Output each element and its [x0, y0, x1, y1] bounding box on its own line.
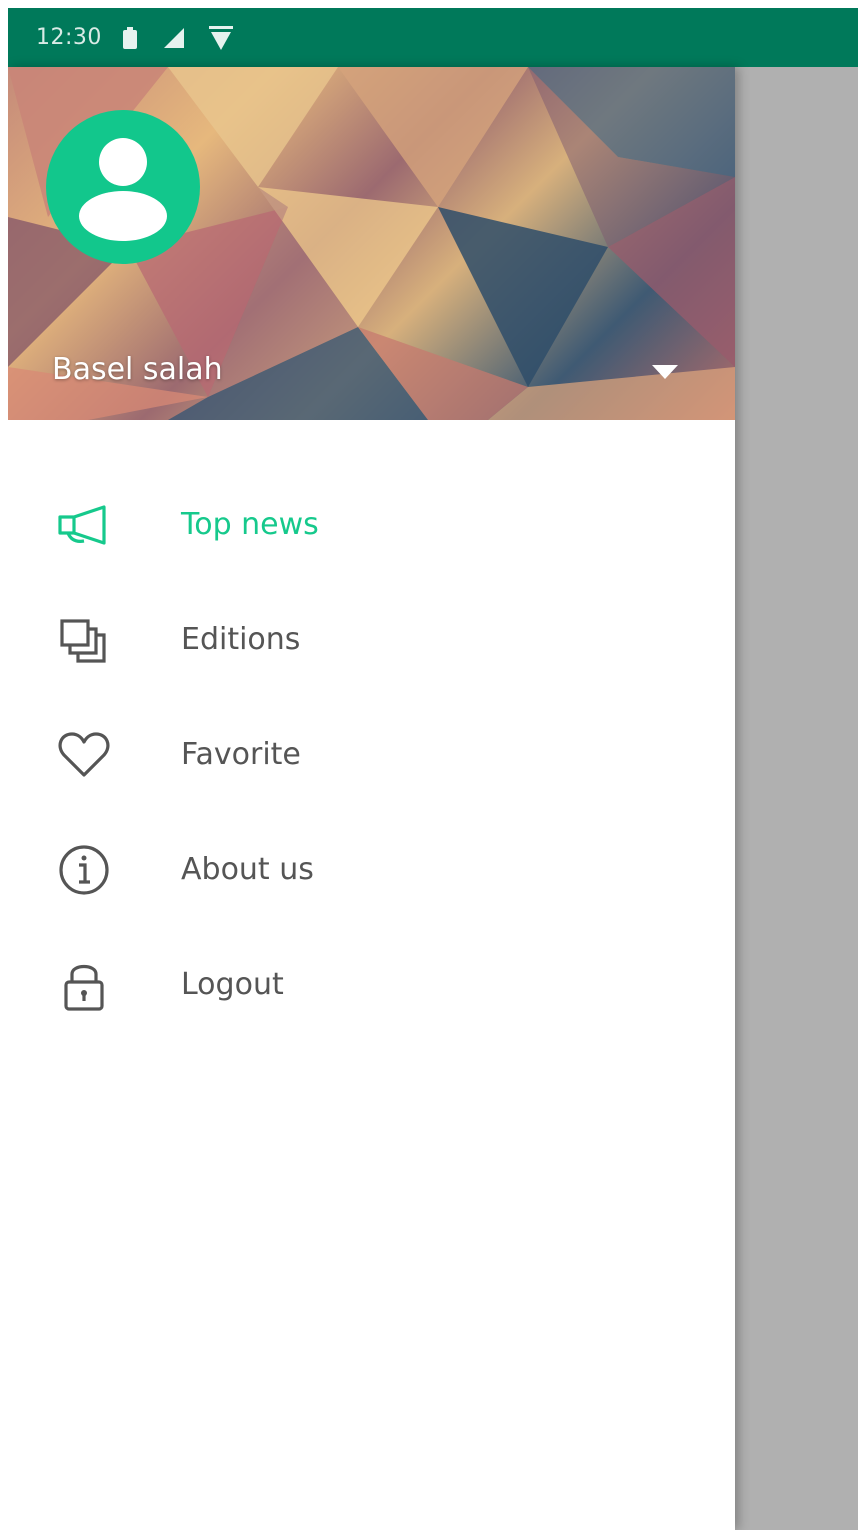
menu-label-top-news: Top news — [181, 507, 319, 542]
menu-item-about-us[interactable]: About us — [8, 812, 735, 927]
menu-item-favorite[interactable]: Favorite — [8, 697, 735, 812]
menu-label-editions: Editions — [181, 622, 301, 657]
menu-item-top-news[interactable]: Top news — [8, 467, 735, 582]
signal-icon — [162, 27, 184, 48]
lock-icon — [54, 955, 114, 1015]
status-icons — [122, 25, 234, 50]
menu-label-logout: Logout — [181, 967, 284, 1002]
status-bar: 12:30 — [8, 8, 858, 67]
menu-label-favorite: Favorite — [181, 737, 301, 772]
megaphone-icon — [54, 495, 114, 555]
menu-item-logout[interactable]: Logout — [8, 927, 735, 1042]
drawer-menu: Top news Editions Favorite About us Logo… — [8, 467, 735, 1042]
navigation-drawer: Basel salah Top news Editions Favorite A… — [8, 67, 735, 1530]
app-frame: 12:30 Basel salah Top news Editions Favo… — [8, 8, 858, 1530]
user-name: Basel salah — [52, 352, 223, 387]
heart-icon — [54, 725, 114, 785]
drawer-scrim[interactable] — [735, 67, 858, 1530]
editions-icon — [54, 610, 114, 670]
user-avatar-icon[interactable] — [46, 110, 200, 264]
wifi-icon — [208, 25, 234, 50]
menu-label-about-us: About us — [181, 852, 314, 887]
info-icon — [54, 840, 114, 900]
menu-item-editions[interactable]: Editions — [8, 582, 735, 697]
drawer-header: Basel salah — [8, 67, 735, 420]
battery-icon — [122, 26, 138, 49]
dropdown-arrow-icon[interactable] — [648, 359, 682, 385]
status-time: 12:30 — [36, 25, 102, 50]
